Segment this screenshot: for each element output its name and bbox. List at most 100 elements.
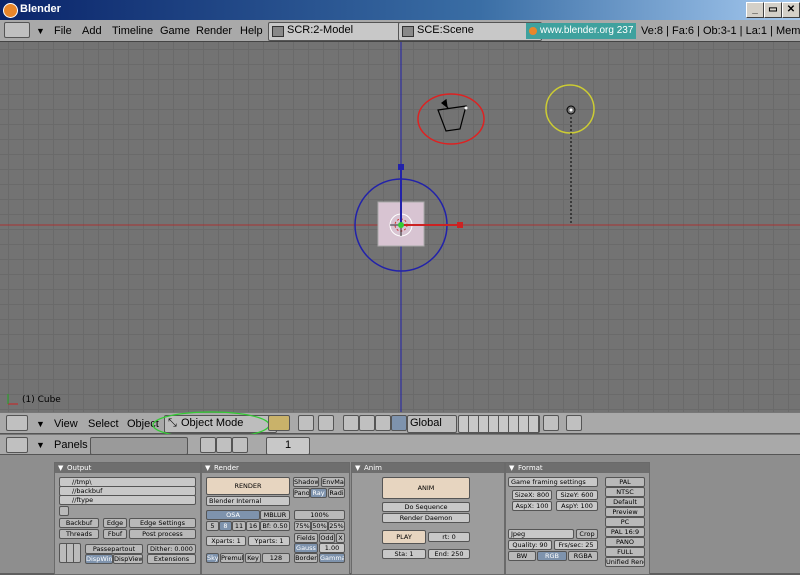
context-buttons[interactable] bbox=[90, 437, 188, 455]
crop-toggle[interactable]: Crop bbox=[576, 529, 598, 539]
quality-field[interactable]: Quality: 90 bbox=[508, 540, 552, 550]
menu-select[interactable]: Select bbox=[88, 416, 119, 432]
preset-full[interactable]: FULL bbox=[605, 547, 645, 557]
bits-selector[interactable]: 128 bbox=[262, 553, 290, 563]
menu-help[interactable]: Help bbox=[240, 23, 263, 39]
end-frame-field[interactable]: End: 250 bbox=[428, 549, 470, 559]
manipulator-icon[interactable] bbox=[318, 415, 334, 431]
post-process-button[interactable]: Post process bbox=[129, 529, 196, 539]
panel-header[interactable]: ▼ Format bbox=[506, 463, 649, 473]
size-75-toggle[interactable]: 75% bbox=[294, 521, 311, 531]
file-format-selector[interactable]: Jpeg bbox=[508, 529, 574, 539]
collapse-menu-triangle-icon[interactable]: ▼ bbox=[36, 23, 45, 39]
play-button[interactable]: PLAY bbox=[382, 530, 426, 544]
sky-toggle[interactable]: Sky bbox=[206, 553, 219, 563]
dither-field[interactable]: Dither: 0.000 bbox=[147, 544, 196, 554]
3d-viewport[interactable]: (1) Cube bbox=[0, 42, 800, 412]
xparts-field[interactable]: Xparts: 1 bbox=[206, 536, 246, 546]
rt-field[interactable]: rt: 0 bbox=[428, 532, 470, 542]
rotate-icon[interactable] bbox=[375, 415, 391, 431]
panel-header[interactable]: ▼ Anim bbox=[352, 463, 504, 473]
aspx-field[interactable]: AspX: 100 bbox=[512, 501, 552, 511]
editor-type-buttons-icon[interactable] bbox=[6, 437, 28, 453]
osa-5-toggle[interactable]: 5 bbox=[206, 521, 219, 531]
frs-sec-field[interactable]: Frs/sec: 25 bbox=[554, 540, 598, 550]
mblur-toggle[interactable]: MBLUR bbox=[260, 510, 290, 520]
gauss-value-field[interactable]: 1.00 bbox=[319, 543, 345, 553]
panel-header[interactable]: ▼ Output bbox=[55, 463, 200, 473]
start-frame-field[interactable]: Sta: 1 bbox=[382, 549, 426, 559]
frame-number-field[interactable]: 1 bbox=[266, 437, 310, 455]
gamma-toggle[interactable]: Gamma bbox=[319, 553, 345, 563]
edge-toggle[interactable]: Edge bbox=[103, 518, 127, 528]
menu-file[interactable]: File bbox=[54, 23, 72, 39]
dispwin-toggle[interactable]: DispWin bbox=[85, 554, 113, 564]
fields-toggle[interactable]: Fields bbox=[294, 533, 318, 543]
ftype-path-field[interactable]: //ftype bbox=[59, 495, 196, 505]
dispview-toggle[interactable]: DispView bbox=[113, 554, 143, 564]
collapse-menu-triangle-icon[interactable]: ▼ bbox=[36, 437, 45, 453]
editor-type-icon[interactable] bbox=[4, 22, 30, 38]
preset-pal[interactable]: PAL bbox=[605, 477, 645, 487]
minimize-button[interactable]: _ bbox=[746, 2, 764, 18]
rgba-toggle[interactable]: RGBA bbox=[568, 551, 598, 561]
pano-toggle[interactable]: Pano bbox=[293, 488, 310, 498]
ray-toggle[interactable]: Ray bbox=[310, 488, 327, 498]
render-button[interactable]: RENDER bbox=[206, 477, 290, 495]
bw-toggle[interactable]: BW bbox=[508, 551, 536, 561]
premul-toggle[interactable]: Premul bbox=[220, 553, 244, 563]
bf-field[interactable]: Bf: 0.50 bbox=[260, 521, 290, 531]
render-daemon-toggle[interactable]: Render Daemon bbox=[382, 513, 470, 523]
close-button[interactable]: ✕ bbox=[782, 2, 800, 18]
dither-grid-icon[interactable] bbox=[59, 543, 81, 563]
border-toggle[interactable]: Border bbox=[294, 553, 318, 563]
draw-type-icon[interactable] bbox=[268, 415, 290, 431]
key-toggle[interactable]: Key bbox=[245, 553, 261, 563]
sizey-field[interactable]: SizeY: 600 bbox=[556, 490, 598, 500]
render-preview-icon[interactable] bbox=[566, 415, 582, 431]
rgb-toggle[interactable]: RGB bbox=[537, 551, 567, 561]
orientation-selector[interactable]: Global bbox=[407, 415, 457, 433]
menu-game[interactable]: Game bbox=[160, 23, 190, 39]
unified-render-toggle[interactable]: Unified Rend bbox=[605, 557, 645, 567]
menu-view[interactable]: View bbox=[54, 416, 78, 432]
do-sequence-toggle[interactable]: Do Sequence bbox=[382, 502, 470, 512]
osa-11-toggle[interactable]: 11 bbox=[232, 521, 246, 531]
editor-type-grid-icon[interactable] bbox=[6, 415, 28, 431]
preset-pal-16-9[interactable]: PAL 16:9 bbox=[605, 527, 645, 537]
fbuf-toggle[interactable]: Fbuf bbox=[103, 529, 127, 539]
anim-buttons-icon[interactable] bbox=[216, 437, 232, 453]
radio-toggle[interactable]: Radi bbox=[328, 488, 345, 498]
preset-default[interactable]: Default bbox=[605, 497, 645, 507]
gauss-selector[interactable]: Gauss bbox=[294, 543, 318, 553]
anim-button[interactable]: ANIM bbox=[382, 477, 470, 499]
sizex-field[interactable]: SizeX: 800 bbox=[512, 490, 552, 500]
passepartout-toggle[interactable]: Passepartout bbox=[85, 544, 143, 554]
threads-toggle[interactable]: Threads bbox=[59, 529, 99, 539]
yparts-field[interactable]: Yparts: 1 bbox=[248, 536, 290, 546]
preset-pano[interactable]: PANO bbox=[605, 537, 645, 547]
size-25-toggle[interactable]: 25% bbox=[328, 521, 345, 531]
x-toggle[interactable]: X bbox=[336, 533, 345, 543]
odd-toggle[interactable]: Odd bbox=[319, 533, 335, 543]
panel-header[interactable]: ▼ Render bbox=[202, 463, 349, 473]
hand-transform-icon[interactable] bbox=[343, 415, 359, 431]
menu-timeline[interactable]: Timeline bbox=[112, 23, 153, 39]
menu-render[interactable]: Render bbox=[196, 23, 232, 39]
preset-preview[interactable]: Preview bbox=[605, 507, 645, 517]
screen-selector[interactable]: SCR:2-Model X bbox=[268, 22, 412, 41]
render-buttons-icon[interactable] bbox=[200, 437, 216, 453]
preset-pc[interactable]: PC bbox=[605, 517, 645, 527]
shadow-toggle[interactable]: Shadow bbox=[293, 477, 319, 487]
osa-toggle[interactable]: OSA bbox=[206, 510, 260, 520]
game-framing-button[interactable]: Game framing settings bbox=[508, 477, 598, 487]
layer-buttons[interactable] bbox=[458, 415, 540, 433]
osa-16-toggle[interactable]: 16 bbox=[246, 521, 260, 531]
menu-add[interactable]: Add bbox=[82, 23, 102, 39]
backbuf-toggle[interactable]: Backbuf bbox=[59, 518, 99, 528]
preset-ntsc[interactable]: NTSC bbox=[605, 487, 645, 497]
edge-settings-button[interactable]: Edge Settings bbox=[129, 518, 196, 528]
envmap-toggle[interactable]: EnvMa bbox=[321, 477, 345, 487]
maximize-button[interactable]: ▭ bbox=[764, 2, 782, 18]
scene-selector[interactable]: SCE:Scene X bbox=[398, 22, 542, 41]
